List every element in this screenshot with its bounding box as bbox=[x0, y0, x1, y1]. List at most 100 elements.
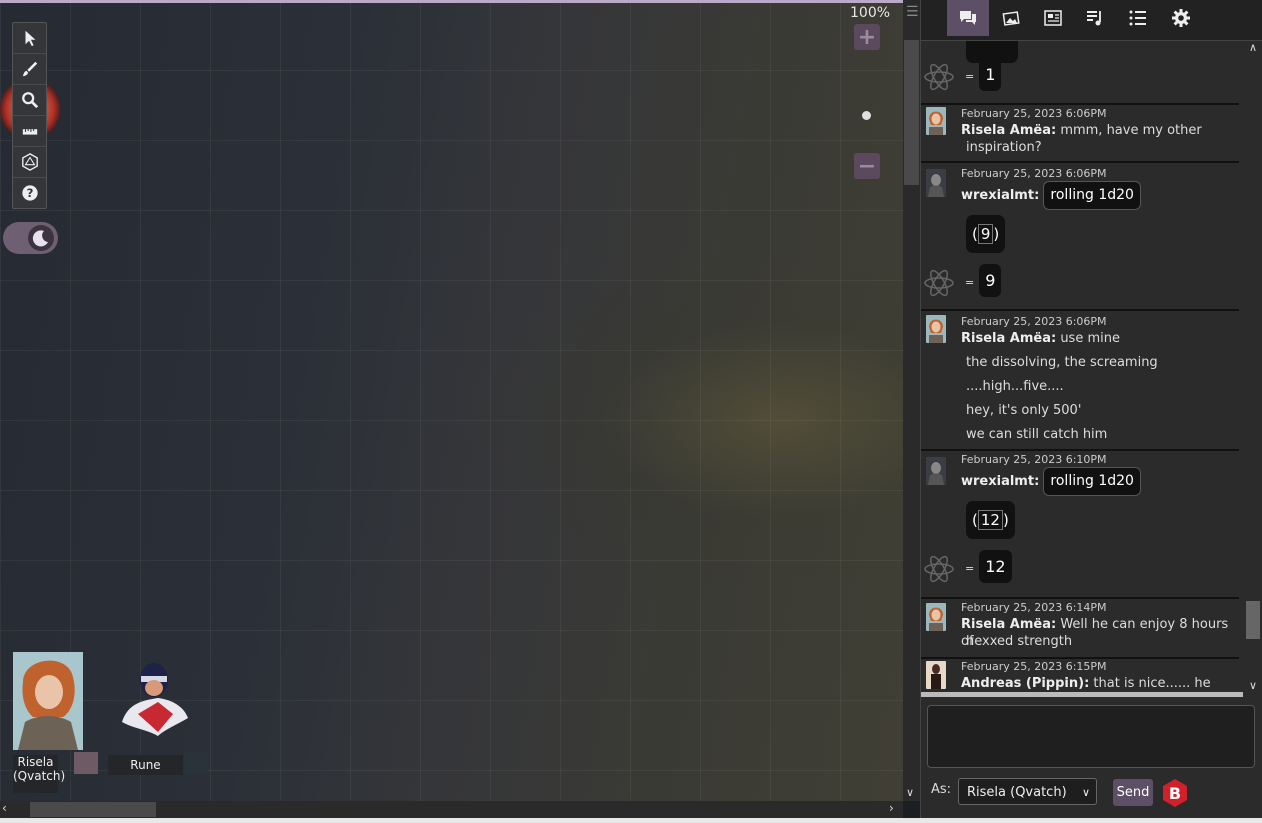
zoom-slider-handle[interactable] bbox=[862, 111, 871, 120]
chat-input[interactable] bbox=[927, 705, 1255, 768]
select-tool[interactable] bbox=[13, 23, 46, 54]
help-tool[interactable]: ? bbox=[13, 178, 46, 208]
scroll-thumb[interactable] bbox=[904, 40, 919, 185]
dice-tool[interactable] bbox=[13, 147, 46, 178]
roll-result: = 1 bbox=[965, 58, 1002, 91]
canvas-horizontal-scrollbar[interactable]: ‹ › bbox=[0, 801, 903, 818]
beyond20-icon[interactable]: B bbox=[1161, 778, 1189, 808]
atom-icon bbox=[924, 269, 954, 297]
roll-result: = 12 bbox=[965, 550, 1012, 583]
atom-icon bbox=[924, 555, 954, 583]
tab-settings[interactable] bbox=[1160, 0, 1202, 36]
chevron-down-icon[interactable]: ∨ bbox=[906, 786, 914, 799]
message-author: Risela Amëa: bbox=[961, 331, 1057, 346]
draw-tool[interactable] bbox=[13, 54, 46, 85]
message-author: wrexialmt: bbox=[961, 188, 1040, 203]
chevron-right-icon[interactable]: › bbox=[889, 801, 894, 815]
chat-message: = 1 bbox=[921, 41, 1239, 105]
roll-total: 12 bbox=[979, 550, 1012, 583]
message-timestamp: February 25, 2023 6:06PM bbox=[961, 315, 1107, 328]
moon-icon bbox=[28, 225, 54, 251]
message-text: ....high...five.... bbox=[966, 379, 1064, 394]
tab-journal[interactable] bbox=[1032, 0, 1074, 36]
zoom-out-button[interactable]: − bbox=[854, 153, 880, 179]
dice-roll-box: (9) bbox=[966, 215, 1006, 253]
message-author: Risela Amëa: bbox=[961, 617, 1057, 632]
sidebar-tabs bbox=[921, 0, 1262, 41]
roll-total: 9 bbox=[979, 264, 1002, 297]
message-text: Risela Amëa: mmm, have my other bbox=[961, 123, 1202, 138]
avatar bbox=[926, 457, 946, 485]
tab-chat[interactable] bbox=[947, 0, 989, 36]
message-text: inspiration? bbox=[966, 140, 1042, 155]
message-timestamp: February 25, 2023 6:10PM bbox=[961, 453, 1107, 466]
newspaper-icon bbox=[1044, 10, 1062, 26]
message-text: Risela Amëa: use mine bbox=[961, 331, 1120, 346]
chat-message: February 25, 2023 6:15PM Andreas (Pippin… bbox=[921, 659, 1239, 692]
message-author: Risela Amëa: bbox=[961, 123, 1057, 138]
atom-icon bbox=[924, 63, 954, 91]
speaking-as-label: As: bbox=[931, 782, 952, 797]
avatar bbox=[926, 169, 946, 197]
dice-roll-box: (12) bbox=[966, 501, 1015, 539]
measure-tool[interactable] bbox=[13, 116, 46, 147]
d20-icon: 9 bbox=[977, 224, 994, 244]
chat-log[interactable]: = 1 February 25, 2023 6:06PM Risela Amëa:… bbox=[921, 41, 1243, 692]
message-timestamp: February 25, 2023 6:06PM bbox=[961, 107, 1107, 120]
chat-message: February 25, 2023 6:06PM wrexialmt: roll… bbox=[921, 163, 1239, 311]
tab-jukebox[interactable] bbox=[1074, 0, 1116, 36]
svg-text:B: B bbox=[1169, 784, 1181, 803]
cursor-icon bbox=[25, 30, 35, 47]
magnifier-icon bbox=[21, 92, 38, 109]
speaking-as-value: Risela (Qvatch) bbox=[967, 785, 1067, 800]
message-timestamp: February 25, 2023 6:06PM bbox=[961, 167, 1107, 180]
player-portrait bbox=[122, 663, 188, 736]
d20-icon: 12 bbox=[977, 510, 1003, 530]
message-timestamp: February 25, 2023 6:15PM bbox=[961, 660, 1107, 673]
svg-text:?: ? bbox=[26, 186, 33, 200]
message-text: we can still catch him bbox=[966, 427, 1108, 442]
canvas-top-border bbox=[0, 0, 903, 3]
avatar bbox=[926, 603, 946, 631]
brush-icon bbox=[22, 61, 37, 77]
hamburger-icon[interactable]: ☰ bbox=[906, 4, 919, 24]
status-strip bbox=[0, 818, 1262, 823]
chevron-up-icon[interactable]: ∧ bbox=[1249, 41, 1257, 54]
canvas-vertical-scrollbar[interactable]: ☰ ∨ bbox=[903, 0, 920, 801]
speaking-as-select[interactable]: Risela (Qvatch) ∨ bbox=[958, 778, 1097, 805]
chevron-down-icon[interactable]: ∨ bbox=[1249, 679, 1257, 692]
chat-message: February 25, 2023 6:14PM Risela Amëa: We… bbox=[921, 599, 1239, 659]
log-divider bbox=[921, 692, 1243, 697]
zoom-tool[interactable] bbox=[13, 85, 46, 116]
map-canvas[interactable]: ? 100% + − Risela (Qvatch) Rune bbox=[0, 0, 903, 801]
chat-bubbles-icon bbox=[960, 11, 976, 25]
chat-scrollbar[interactable]: ∧ ∨ bbox=[1243, 41, 1262, 696]
music-list-icon bbox=[1087, 11, 1101, 26]
player-name: Rune bbox=[108, 755, 183, 775]
scroll-thumb[interactable] bbox=[1246, 601, 1260, 639]
message-text: wrexialmt: rolling 1d20 bbox=[961, 467, 1236, 496]
avatar bbox=[926, 661, 946, 689]
tool-palette: ? bbox=[12, 22, 47, 209]
zoom-level: 100% bbox=[850, 5, 891, 21]
tab-art-library[interactable] bbox=[990, 0, 1032, 36]
player-color-swatch bbox=[74, 752, 98, 774]
tab-compendium[interactable] bbox=[1117, 0, 1159, 36]
zoom-in-button[interactable]: + bbox=[854, 24, 880, 50]
help-icon: ? bbox=[21, 185, 38, 201]
roll-result: = 9 bbox=[965, 264, 1002, 297]
chevron-left-icon[interactable]: ‹ bbox=[2, 801, 7, 815]
chevron-down-icon: ∨ bbox=[1081, 786, 1090, 799]
message-text: wrexialmt: rolling 1d20 bbox=[961, 181, 1236, 210]
roll-formula: rolling 1d20 bbox=[1043, 181, 1141, 210]
dark-mode-toggle[interactable] bbox=[3, 222, 58, 254]
send-button[interactable]: Send bbox=[1113, 779, 1153, 806]
list-icon bbox=[1129, 10, 1146, 26]
chat-message: February 25, 2023 6:10PM wrexialmt: roll… bbox=[921, 451, 1239, 599]
chat-message: February 25, 2023 6:06PM Risela Amëa: us… bbox=[921, 311, 1239, 451]
message-text: hey, it's only 500' bbox=[966, 403, 1082, 418]
avatar bbox=[926, 107, 946, 135]
d20-icon bbox=[21, 153, 38, 171]
scroll-thumb[interactable] bbox=[30, 802, 156, 817]
images-icon bbox=[1002, 11, 1020, 26]
